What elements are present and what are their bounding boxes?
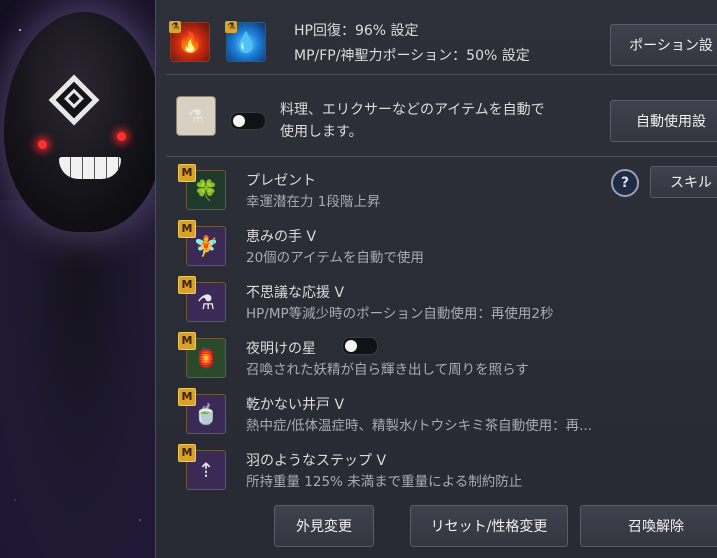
skill-desc: 熱中症/低体温症時、精製水/トウシキミ茶自動使用：再... xyxy=(246,418,592,434)
skill-desc: 所持重量 125% 未満まで重量による制約防止 xyxy=(246,474,523,490)
help-icon[interactable]: ? xyxy=(611,169,639,197)
dismiss-summon-button[interactable]: 召喚解除 xyxy=(580,505,717,547)
spirit-emblem-icon xyxy=(48,74,100,126)
mastery-badge: M xyxy=(178,388,196,406)
skill-desc: 幸運潜在力 1段階上昇 xyxy=(246,194,381,210)
hp-setting-text: HP回復：96% 設定 xyxy=(294,23,419,39)
skill-name: 乾かない井戸 V xyxy=(246,397,345,413)
mp-potion-icon: ⚗ 💧 xyxy=(225,21,266,62)
skill-name: 恵みの手 V xyxy=(246,229,317,245)
pet-settings-panel: ⚗ 🔥 ⚗ 💧 HP回復：96% 設定 MP/FP/神聖力ポーション：50% 設… xyxy=(155,0,717,558)
auto-use-flask-gear-icon: ⚗ xyxy=(176,96,216,136)
skill-name: 不思議な応援 V xyxy=(246,285,345,301)
divider xyxy=(166,74,717,75)
dawn-star-toggle[interactable] xyxy=(342,337,378,355)
skill-name: プレゼント xyxy=(246,173,316,189)
skill-desc: 召喚された妖精が自ら輝き出して周りを照らす xyxy=(246,362,529,378)
mp-setting-text: MP/FP/神聖力ポーション：50% 設定 xyxy=(294,48,530,64)
auto-use-desc-line2: 使用します。 xyxy=(280,124,363,140)
mastery-badge: M xyxy=(178,444,196,462)
auto-use-toggle[interactable] xyxy=(230,112,266,130)
skill-name: 羽のようなステップ V xyxy=(246,453,387,469)
skill-name: 夜明けの星 xyxy=(246,341,316,357)
mastery-badge: M xyxy=(178,220,196,238)
potion-settings-button[interactable]: ポーション設 xyxy=(610,24,717,66)
hp-potion-icon: ⚗ 🔥 xyxy=(169,21,210,62)
mastery-badge: M xyxy=(178,276,196,294)
mastery-badge: M xyxy=(178,332,196,350)
skill-desc: HP/MP等減少時のポーション自動使用：再使用2秒 xyxy=(246,306,554,322)
auto-use-desc-line1: 料理、エリクサーなどのアイテムを自動で xyxy=(280,102,545,118)
reset-personality-button[interactable]: リセット/性格変更 xyxy=(410,505,568,547)
spirit-mouth xyxy=(59,157,121,179)
spirit-right-eye xyxy=(117,132,126,141)
appearance-change-button[interactable]: 外見変更 xyxy=(274,505,374,547)
mastery-badge: M xyxy=(178,164,196,182)
skill-desc: 20個のアイテムを自動で使用 xyxy=(246,250,424,266)
skills-button[interactable]: スキル xyxy=(650,166,717,198)
auto-use-settings-button[interactable]: 自動使用設 xyxy=(610,100,717,142)
pet-portrait xyxy=(0,0,160,558)
spirit-left-eye xyxy=(38,140,47,149)
divider xyxy=(166,156,717,157)
